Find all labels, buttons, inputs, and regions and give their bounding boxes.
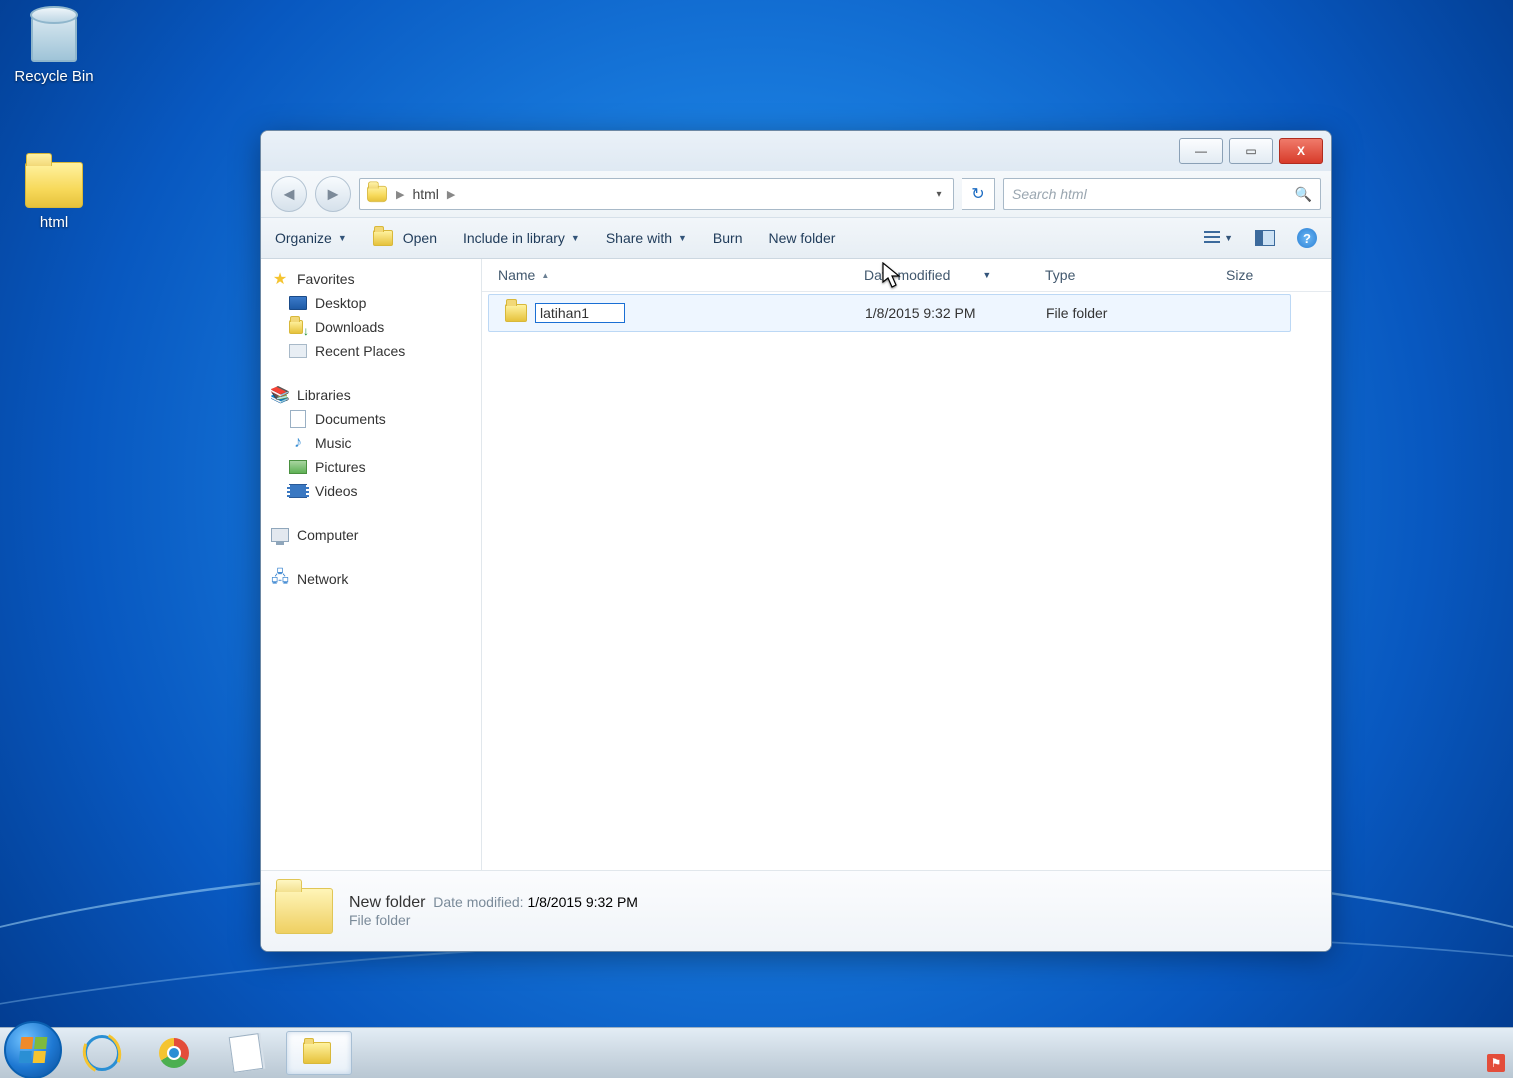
- nav-item-downloads[interactable]: Downloads: [271, 315, 481, 339]
- minimize-button[interactable]: —: [1179, 138, 1223, 164]
- tray-action-center-icon[interactable]: ⚑: [1487, 1054, 1505, 1072]
- nav-group-favorites[interactable]: ★ Favorites: [271, 267, 481, 291]
- column-header-name[interactable]: Name ▲: [482, 267, 848, 283]
- details-pane: New folder Date modified: 1/8/2015 9:32 …: [261, 870, 1331, 951]
- toolbar: Organize▼ Open Include in library▼ Share…: [261, 217, 1331, 259]
- titlebar[interactable]: — ▭ X: [261, 131, 1331, 171]
- details-type: File folder: [349, 912, 638, 928]
- share-with-button[interactable]: Share with▼: [606, 230, 687, 246]
- explorer-window: — ▭ X ◄ ► ▶ html ▶ ▾ ↻ Search html 🔍: [260, 130, 1332, 952]
- desktop-icon-label: Recycle Bin: [8, 68, 100, 85]
- column-headers: Name ▲ Date modified ▼ Type Size: [482, 259, 1331, 292]
- folder-icon: [275, 888, 333, 934]
- search-placeholder: Search html: [1012, 186, 1087, 202]
- preview-pane-icon: [1255, 230, 1275, 246]
- nav-group-libraries[interactable]: 📚 Libraries: [271, 383, 481, 407]
- libraries-icon: 📚: [271, 386, 289, 404]
- nav-group-computer[interactable]: Computer: [271, 523, 481, 547]
- forward-button[interactable]: ►: [315, 176, 351, 212]
- file-date: 1/8/2015 9:32 PM: [849, 305, 1030, 321]
- help-button[interactable]: ?: [1297, 228, 1317, 248]
- refresh-button[interactable]: ↻: [962, 178, 995, 210]
- details-mod-label: Date modified:: [433, 894, 523, 910]
- ie-icon: [84, 1035, 120, 1071]
- desktop-icon-label: html: [8, 214, 100, 231]
- taskbar-pin-chrome[interactable]: [142, 1032, 206, 1074]
- nav-group-network[interactable]: 🖧 Network: [271, 567, 481, 591]
- nav-item-desktop[interactable]: Desktop: [271, 291, 481, 315]
- preview-pane-button[interactable]: [1255, 230, 1275, 246]
- column-header-type[interactable]: Type: [1029, 267, 1210, 283]
- search-icon[interactable]: 🔍: [1295, 186, 1312, 203]
- recycle-bin-icon: [31, 14, 77, 62]
- nav-item-music[interactable]: ♪ Music: [271, 431, 481, 455]
- chevron-down-icon: ▼: [1224, 233, 1233, 243]
- file-row[interactable]: 1/8/2015 9:32 PM File folder: [488, 294, 1291, 332]
- recent-places-icon: [289, 344, 307, 358]
- chrome-icon: [159, 1038, 189, 1068]
- folder-icon: [25, 162, 83, 208]
- address-dropdown[interactable]: ▾: [931, 186, 947, 202]
- nav-item-videos[interactable]: Videos: [271, 479, 481, 503]
- desktop-icon-html-folder[interactable]: html: [8, 156, 100, 231]
- documents-icon: [290, 410, 306, 428]
- music-icon: ♪: [289, 434, 307, 452]
- downloads-icon: [289, 318, 307, 336]
- chevron-down-icon: ▼: [571, 233, 580, 243]
- chevron-down-icon: ▼: [678, 233, 687, 243]
- star-icon: ★: [271, 270, 289, 288]
- maximize-button[interactable]: ▭: [1229, 138, 1273, 164]
- taskbar-pin-notepad[interactable]: [214, 1032, 278, 1074]
- sort-asc-icon: ▲: [541, 271, 549, 280]
- rename-input[interactable]: [535, 303, 625, 323]
- network-icon: 🖧: [271, 570, 289, 588]
- column-header-size[interactable]: Size: [1210, 267, 1326, 283]
- navigation-pane: ★ Favorites Desktop Downloads: [261, 259, 482, 870]
- file-type: File folder: [1030, 305, 1211, 321]
- burn-button[interactable]: Burn: [713, 230, 743, 246]
- folder-icon: [367, 186, 387, 202]
- videos-icon: [289, 484, 307, 498]
- desktop-icon-recycle-bin[interactable]: Recycle Bin: [8, 10, 100, 85]
- back-button[interactable]: ◄: [271, 176, 307, 212]
- address-bar[interactable]: ▶ html ▶ ▾: [359, 178, 954, 210]
- folder-open-icon: [373, 230, 393, 246]
- folder-icon: [505, 304, 527, 322]
- notepad-icon: [229, 1033, 264, 1073]
- breadcrumb-sep[interactable]: ▶: [447, 188, 455, 201]
- details-name: New folder: [349, 894, 425, 911]
- nav-item-pictures[interactable]: Pictures: [271, 455, 481, 479]
- start-button[interactable]: [4, 1021, 62, 1078]
- chevron-down-icon: ▼: [982, 270, 991, 280]
- taskbar: ⚑: [0, 1027, 1513, 1078]
- list-view-icon: [1204, 231, 1220, 245]
- desktop-icon: [289, 296, 307, 310]
- taskbar-pin-ie[interactable]: [70, 1032, 134, 1074]
- column-header-date[interactable]: Date modified ▼: [848, 267, 1029, 283]
- pictures-icon: [289, 460, 307, 474]
- windows-logo-icon: [19, 1037, 48, 1063]
- details-mod-value: 1/8/2015 9:32 PM: [527, 894, 638, 910]
- nav-item-recent-places[interactable]: Recent Places: [271, 339, 481, 363]
- breadcrumb-sep[interactable]: ▶: [396, 188, 404, 201]
- close-button[interactable]: X: [1279, 138, 1323, 164]
- new-folder-button[interactable]: New folder: [769, 230, 836, 246]
- include-library-button[interactable]: Include in library▼: [463, 230, 580, 246]
- nav-row: ◄ ► ▶ html ▶ ▾ ↻ Search html 🔍: [261, 171, 1331, 217]
- nav-item-documents[interactable]: Documents: [271, 407, 481, 431]
- breadcrumb-item[interactable]: html: [412, 186, 438, 202]
- explorer-icon: [303, 1042, 331, 1064]
- file-list-area: Name ▲ Date modified ▼ Type Size: [482, 259, 1331, 870]
- organize-button[interactable]: Organize▼: [275, 230, 347, 246]
- chevron-down-icon: ▼: [338, 233, 347, 243]
- computer-icon: [271, 528, 289, 542]
- taskbar-pin-explorer[interactable]: [286, 1031, 352, 1075]
- desktop-background[interactable]: Recycle Bin html — ▭ X ◄ ► ▶ html ▶ ▾: [0, 0, 1513, 1078]
- search-box[interactable]: Search html 🔍: [1003, 178, 1321, 210]
- open-button[interactable]: Open: [373, 230, 437, 246]
- view-options-button[interactable]: ▼: [1204, 231, 1233, 245]
